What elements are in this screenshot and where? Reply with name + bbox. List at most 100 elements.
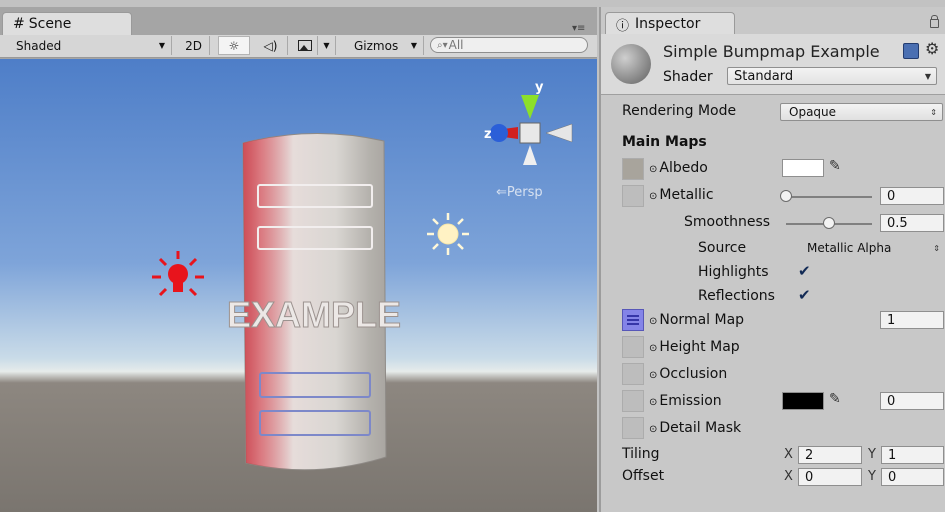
offset-x-field[interactable]: 0	[798, 468, 862, 486]
reflections-label: Reflections	[698, 288, 775, 304]
draw-mode-dropdown[interactable]: Shaded ▼	[8, 36, 172, 55]
albedo-color-swatch[interactable]	[782, 159, 824, 177]
tiling-y-axis-label: Y	[868, 447, 876, 462]
height-map-label: ⊙ Height Map	[649, 339, 740, 355]
2d-toggle-button[interactable]: 2D	[178, 36, 210, 55]
offset-y-axis-label: Y	[868, 469, 876, 484]
search-icon: ⌕▾	[437, 39, 448, 51]
tiling-label: Tiling	[622, 446, 660, 462]
tab-inspector[interactable]: ⓘ Inspector	[605, 12, 735, 35]
emission-label-text: Emission	[659, 393, 722, 409]
metallic-texture-slot[interactable]	[622, 185, 644, 207]
albedo-label: ⊙ Albedo	[649, 160, 708, 176]
tiling-x-axis-label: X	[784, 447, 793, 462]
eyedropper-icon[interactable]: ✎	[829, 391, 841, 407]
rendering-mode-label: Rendering Mode	[622, 103, 737, 119]
rendering-mode-dropdown[interactable]: Opaque ⇕	[780, 103, 943, 121]
source-dropdown[interactable]: Metallic Alpha ⇕	[799, 239, 945, 257]
search-placeholder: All	[448, 38, 464, 52]
scene-lighting-button[interactable]: ☼	[218, 36, 250, 55]
target-icon: ⊙	[649, 424, 658, 435]
highlights-label: Highlights	[698, 264, 769, 280]
source-value: Metallic Alpha	[807, 241, 892, 255]
emission-color-swatch[interactable]	[782, 392, 824, 410]
lines-icon	[627, 315, 639, 317]
detail-mask-label: ⊙ Detail Mask	[649, 420, 741, 436]
2d-label: 2D	[185, 38, 202, 53]
normal-map-label: ⊙ Normal Map	[649, 312, 744, 328]
scene-viewport[interactable]: EXAMPLE y z ⇐Persp	[0, 59, 597, 512]
inspector-header: Simple Bumpmap Example ⚙ Shader Standard…	[601, 34, 945, 95]
reflections-checkbox[interactable]: ✔	[798, 286, 811, 304]
speaker-icon: ◁)	[263, 38, 278, 53]
lock-icon[interactable]	[930, 15, 939, 28]
smoothness-value-field[interactable]: 0.5	[880, 214, 944, 232]
chevron-down-icon: ▼	[158, 41, 165, 50]
albedo-texture-slot[interactable]	[622, 158, 644, 180]
occlusion-label: ⊙ Occlusion	[649, 366, 727, 382]
scene-toolbar: Shaded ▼ 2D ☼ ◁) ▼ Gizmos ▼ ⌕▾ All	[0, 35, 597, 58]
source-label: Source	[698, 240, 747, 256]
chevron-updown-icon: ⇕	[930, 107, 937, 117]
metallic-value-field[interactable]: 0	[880, 187, 944, 205]
shader-dropdown[interactable]: Standard ▼	[727, 67, 937, 85]
highlights-checkbox[interactable]: ✔	[798, 262, 811, 280]
material-thumbnail	[611, 44, 651, 84]
target-icon: ⊙	[649, 343, 658, 354]
emission-value-field[interactable]: 0	[880, 392, 944, 410]
inspector-panel: ⓘ Inspector Simple Bumpmap Example ⚙ Sha…	[599, 7, 945, 512]
help-book-icon[interactable]	[903, 43, 919, 59]
smoothness-slider-knob[interactable]	[823, 217, 835, 229]
metallic-slider-track[interactable]	[786, 196, 872, 198]
chevron-down-icon: ▼	[323, 41, 330, 50]
albedo-label-text: Albedo	[659, 160, 708, 176]
projection-label[interactable]: ⇐Persp	[496, 185, 543, 200]
inspector-tab-label: Inspector	[635, 16, 701, 32]
material-name: Simple Bumpmap Example	[663, 42, 880, 61]
scene-render: EXAMPLE y z	[152, 80, 573, 471]
scene-effects-button[interactable]	[292, 36, 318, 55]
scene-search-input[interactable]: ⌕▾ All	[430, 37, 588, 53]
eyedropper-icon[interactable]: ✎	[829, 158, 841, 174]
metallic-slider-knob[interactable]	[780, 190, 792, 202]
grid-icon: #	[13, 16, 25, 32]
cylinder-object[interactable]: EXAMPLE	[226, 133, 402, 471]
shader-value: Standard	[734, 68, 794, 84]
panel-menu-icon[interactable]: ▾≡	[572, 23, 585, 34]
gizmo-z-label: z	[484, 127, 492, 142]
detail-mask-label-text: Detail Mask	[659, 420, 742, 436]
target-icon: ⊙	[649, 370, 658, 381]
shader-label: Shader	[663, 69, 713, 85]
scene-audio-button[interactable]: ◁)	[254, 36, 288, 55]
tiling-x-field[interactable]: 2	[798, 446, 862, 464]
gizmos-dropdown[interactable]: Gizmos ▼	[348, 36, 424, 55]
occlusion-label-text: Occlusion	[659, 366, 728, 382]
occlusion-texture-slot[interactable]	[622, 363, 644, 385]
normal-map-texture-slot[interactable]	[622, 309, 644, 331]
image-icon	[297, 40, 312, 51]
effects-dropdown-arrow[interactable]: ▼	[318, 36, 336, 55]
gizmos-label: Gizmos	[354, 38, 399, 53]
normal-map-label-text: Normal Map	[659, 312, 745, 328]
normal-map-scale-field[interactable]: 1	[880, 311, 944, 329]
tab-scene[interactable]: # Scene	[2, 12, 132, 35]
offset-x-axis-label: X	[784, 469, 793, 484]
cylinder-text: EXAMPLE	[227, 294, 401, 335]
orientation-gizmo[interactable]: y z	[484, 80, 573, 165]
detail-mask-texture-slot[interactable]	[622, 417, 644, 439]
info-icon: ⓘ	[616, 18, 630, 34]
red-light-icon[interactable]	[152, 251, 204, 297]
emission-texture-slot[interactable]	[622, 390, 644, 412]
persp-text: Persp	[506, 185, 543, 200]
chevron-down-icon: ▼	[410, 41, 417, 50]
target-icon: ⊙	[649, 397, 658, 408]
main-maps-heading: Main Maps	[622, 134, 707, 150]
tiling-y-field[interactable]: 1	[881, 446, 944, 464]
draw-mode-label: Shaded	[16, 38, 62, 53]
height-map-texture-slot[interactable]	[622, 336, 644, 358]
directional-light-icon[interactable]	[427, 213, 469, 255]
offset-y-field[interactable]: 0	[881, 468, 944, 486]
gear-icon[interactable]: ⚙	[925, 39, 939, 58]
metallic-label-text: Metallic	[659, 187, 714, 203]
scene-tab-label: Scene	[28, 16, 72, 32]
